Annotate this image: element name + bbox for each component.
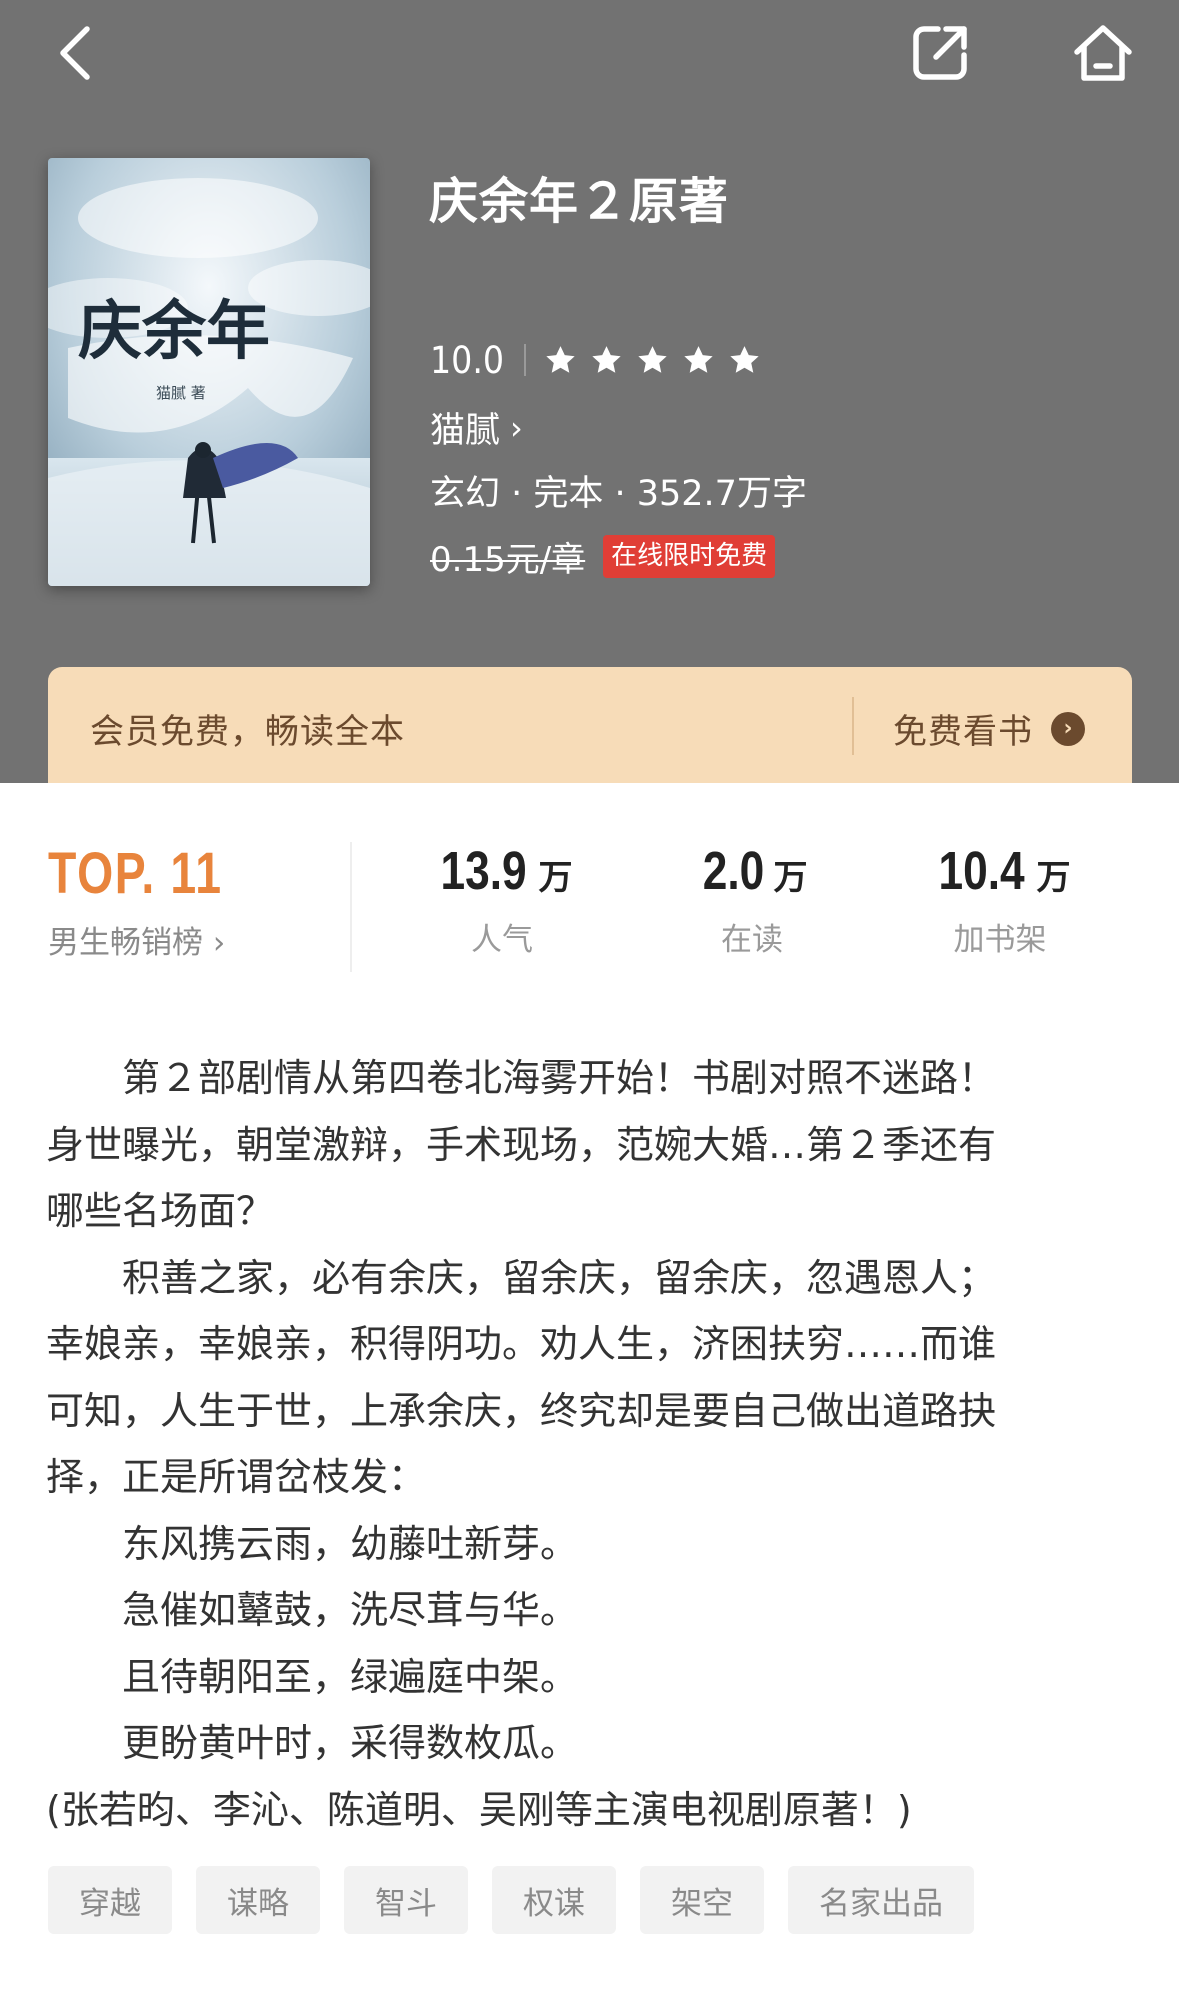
description-line: 哪些名场面？ bbox=[46, 1189, 275, 1233]
description-line: 身世曝光，朝堂激辩，手术现场，范婉大婚…第２季还有 bbox=[46, 1122, 997, 1167]
tag-list: 穿越 谋略 智斗 权谋 架空 名家出品 bbox=[48, 1866, 974, 1934]
tag[interactable]: 穿越 bbox=[48, 1866, 172, 1934]
book-header: 庆余年 猫腻 著 庆余年２原著 10.0 猫腻 › 玄幻 · 完本 · 352.… bbox=[0, 0, 1179, 783]
cover-author: 猫腻 著 bbox=[156, 384, 206, 402]
description-line: (张若昀、李沁、陈道明、吴刚等主演电视剧原著！) bbox=[46, 1787, 912, 1832]
free-read-button[interactable]: 免费看书 › bbox=[893, 704, 1085, 753]
book-description: 第２部剧情从第四卷北海雾开始！书剧对照不迷路！ 身世曝光，朝堂激辩，手术现场，范… bbox=[46, 1045, 1146, 1843]
stat-label: 加书架 bbox=[953, 922, 1047, 958]
description-line: 择，正是所谓岔枝发： bbox=[46, 1455, 427, 1499]
home-button[interactable] bbox=[1068, 18, 1138, 88]
stat-value: 13.9 bbox=[440, 841, 528, 901]
description-line: 更盼黄叶时，采得数枚瓜。 bbox=[46, 1721, 579, 1765]
chevron-left-icon bbox=[60, 26, 90, 80]
description-line: 可知，人生于世，上承余庆，终究却是要自己做出道路抉 bbox=[46, 1388, 997, 1433]
free-badge: 在线限时免费 bbox=[603, 534, 776, 579]
description-line: 幸娘亲，幸娘亲，积得阴功。劝人生，济困扶穷……而谁 bbox=[46, 1322, 997, 1366]
tag[interactable]: 架空 bbox=[640, 1866, 764, 1934]
stat-label: 人气 bbox=[471, 922, 533, 958]
original-price: 0.15元/章 bbox=[430, 540, 586, 580]
tag[interactable]: 谋略 bbox=[196, 1866, 320, 1934]
stat-popularity: 13.9 万 人气 bbox=[382, 840, 622, 959]
star-icon bbox=[590, 344, 623, 377]
share-button[interactable] bbox=[905, 18, 975, 88]
stat-unit: 万 bbox=[538, 858, 573, 898]
stats-divider bbox=[350, 842, 352, 972]
star-icon bbox=[544, 344, 577, 377]
description-line: 第２部剧情从第四卷北海雾开始！书剧对照不迷路！ bbox=[46, 1056, 997, 1100]
rank-link[interactable]: TOP. 11 男生畅销榜 › bbox=[48, 840, 266, 962]
tag[interactable]: 名家出品 bbox=[788, 1866, 974, 1934]
stat-label: 在读 bbox=[721, 922, 783, 958]
rank-label: 男生畅销榜 › bbox=[48, 925, 226, 961]
rating: 10.0 bbox=[430, 338, 761, 382]
stat-reading: 2.0 万 在读 bbox=[632, 840, 872, 959]
stat-unit: 万 bbox=[1036, 858, 1071, 898]
rank-value: TOP. 11 bbox=[48, 841, 223, 906]
free-read-label: 免费看书 bbox=[893, 712, 1033, 752]
vip-banner[interactable]: 会员免费，畅读全本 免费看书 › bbox=[48, 667, 1132, 783]
book-meta: 玄幻 · 完本 · 352.7万字 bbox=[430, 474, 807, 514]
chevron-right-icon: › bbox=[510, 408, 523, 447]
author-link[interactable]: 猫腻 › bbox=[430, 402, 523, 453]
vip-divider bbox=[852, 697, 854, 755]
stat-unit: 万 bbox=[773, 858, 808, 898]
stat-value: 10.4 bbox=[938, 841, 1026, 901]
star-icon bbox=[636, 344, 669, 377]
description-line: 积善之家，必有余庆，留余庆，留余庆，忽遇恩人； bbox=[46, 1255, 997, 1300]
star-icon bbox=[728, 344, 761, 377]
star-icon bbox=[682, 344, 715, 377]
back-button[interactable] bbox=[40, 18, 110, 88]
home-icon bbox=[1074, 25, 1132, 81]
description-line: 东风携云雨，幼藤吐新芽。 bbox=[46, 1521, 579, 1566]
cover-title: 庆余年 bbox=[78, 294, 270, 369]
star-rating bbox=[544, 344, 761, 377]
book-title: 庆余年２原著 bbox=[429, 173, 730, 230]
tag[interactable]: 权谋 bbox=[492, 1866, 616, 1934]
stat-bookshelf: 10.4 万 加书架 bbox=[880, 840, 1120, 959]
price-row: 0.15元/章 在线限时免费 bbox=[430, 532, 776, 581]
rating-score: 10.0 bbox=[430, 338, 505, 382]
chevron-right-circle-icon: › bbox=[1051, 711, 1085, 746]
author-name: 猫腻 bbox=[430, 411, 501, 451]
stat-value: 2.0 bbox=[703, 841, 765, 901]
share-icon bbox=[913, 26, 967, 80]
stats-row: TOP. 11 男生畅销榜 › 13.9 万 人气 2.0 万 在读 10.4 … bbox=[0, 840, 1179, 980]
tag[interactable]: 智斗 bbox=[344, 1866, 468, 1934]
rating-divider bbox=[524, 344, 527, 376]
description-line: 且待朝阳至，绿遍庭中架。 bbox=[46, 1654, 579, 1699]
vip-text: 会员免费，畅读全本 bbox=[90, 712, 405, 752]
book-cover[interactable]: 庆余年 猫腻 著 bbox=[48, 158, 370, 586]
description-line: 急催如鼙鼓，洗尽茸与华。 bbox=[46, 1588, 579, 1632]
